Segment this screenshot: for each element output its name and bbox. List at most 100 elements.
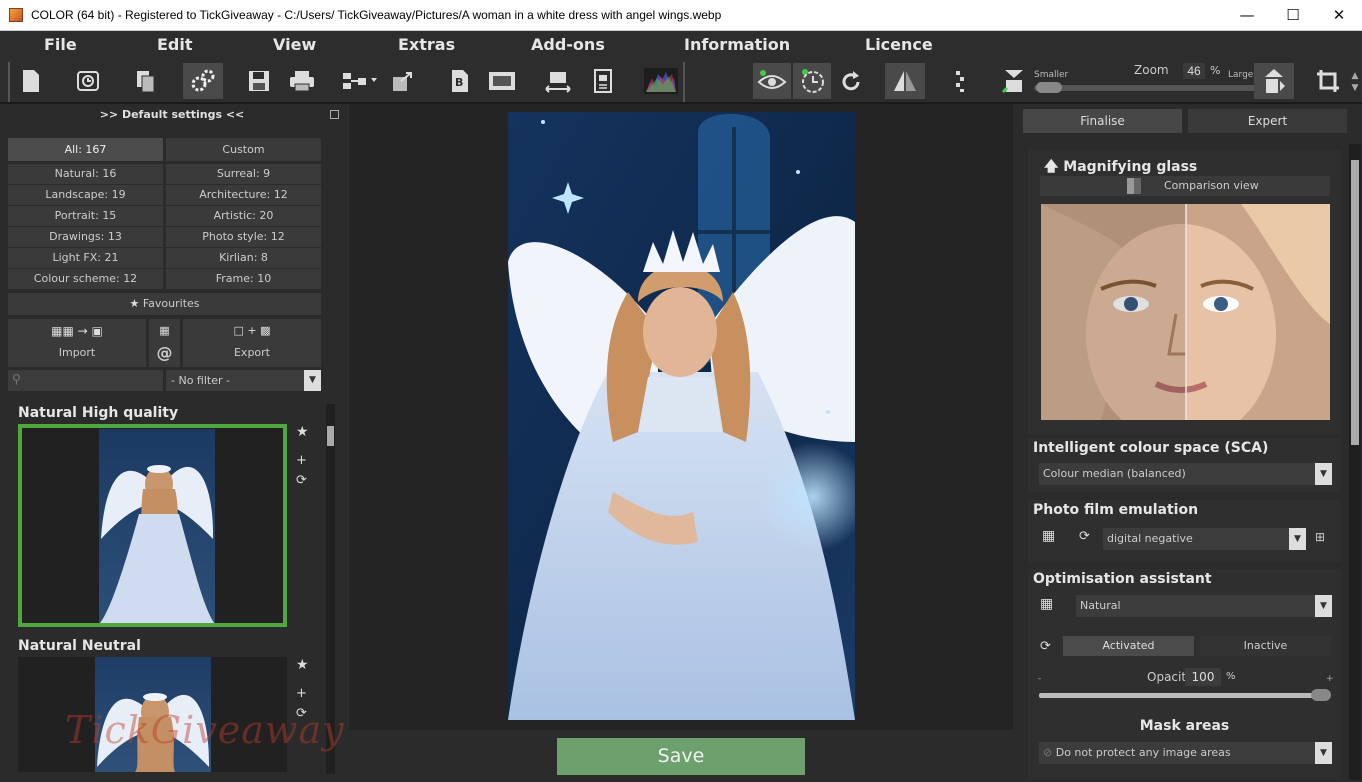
- zoom-slider-handle[interactable]: [1036, 82, 1062, 93]
- tab-expert[interactable]: Expert: [1188, 109, 1347, 133]
- magnifier-preview[interactable]: [1041, 204, 1330, 420]
- batch-dropdown-icon[interactable]: [338, 63, 380, 99]
- category-artistic[interactable]: Artistic: 20: [166, 206, 321, 226]
- chevron-down-icon[interactable]: ▼: [1315, 595, 1332, 617]
- window-title: COLOR (64 bit) - Registered to TickGivea…: [31, 8, 722, 22]
- add-preset-icon[interactable]: +: [296, 453, 307, 468]
- category-portrait[interactable]: Portrait: 15: [8, 206, 163, 226]
- rename-file-icon[interactable]: B: [442, 63, 478, 99]
- chevron-down-icon[interactable]: ▼: [1289, 528, 1306, 550]
- optim-refresh-icon[interactable]: ⟳: [1040, 639, 1051, 654]
- crop-rotate-icon[interactable]: [1310, 63, 1346, 99]
- close-button[interactable]: ✕: [1316, 0, 1362, 31]
- opacity-slider[interactable]: [1039, 693, 1329, 698]
- opacity-max-label: +: [1326, 674, 1334, 684]
- histogram-icon[interactable]: [641, 63, 681, 99]
- save-disk-icon[interactable]: [241, 63, 277, 99]
- category-colour-scheme[interactable]: Colour scheme: 12: [8, 269, 163, 289]
- tab-finalise[interactable]: Finalise: [1023, 109, 1182, 133]
- panel-header: >> Default settings <<: [99, 108, 245, 121]
- category-photo-style[interactable]: Photo style: 12: [166, 227, 321, 247]
- save-button[interactable]: Save: [557, 738, 805, 775]
- film-options-icon[interactable]: ⊞: [1315, 530, 1325, 544]
- split-view-icon[interactable]: [885, 63, 925, 99]
- menu-file[interactable]: File: [44, 35, 77, 54]
- minimize-button[interactable]: —: [1224, 0, 1270, 31]
- inactive-button[interactable]: Inactive: [1200, 636, 1331, 656]
- comparison-view-toggle[interactable]: Comparison view: [1040, 176, 1330, 196]
- rotate-icon[interactable]: [833, 63, 869, 99]
- film-select[interactable]: digital negative ▼: [1103, 528, 1306, 550]
- menu-edit[interactable]: Edit: [157, 35, 193, 54]
- menu-view[interactable]: View: [273, 35, 316, 54]
- chevron-down-icon[interactable]: ▼: [1315, 463, 1332, 485]
- category-drawings[interactable]: Drawings: 13: [8, 227, 163, 247]
- favourite-star-icon[interactable]: ★: [296, 657, 309, 673]
- menu-bar: File Edit View Extras Add-ons Informatio…: [0, 31, 1362, 58]
- zoom-smaller-label: Smaller: [1034, 70, 1069, 80]
- image-preview-area: Save: [349, 104, 1013, 782]
- filter-select[interactable]: - No filter - ▼: [166, 370, 321, 391]
- add-preset-icon[interactable]: +: [296, 686, 307, 701]
- chevron-down-icon[interactable]: ▼: [304, 370, 321, 391]
- export-button[interactable]: □ + ▩ Export: [183, 319, 321, 367]
- magnifier-section: 🡅 Magnifying glass Comparison view: [1028, 150, 1341, 435]
- filmstrip-icon[interactable]: [484, 63, 520, 99]
- category-light-fx[interactable]: Light FX: 21: [8, 248, 163, 268]
- zoom-slider[interactable]: [1034, 85, 1256, 91]
- compare-resize-icon[interactable]: [540, 63, 576, 99]
- zoom-percent-label: %: [1210, 64, 1221, 77]
- email-preset-button[interactable]: ▦ @: [149, 319, 180, 367]
- toolbar-scroll-arrows[interactable]: ▲ ▼: [1350, 70, 1360, 96]
- menu-extras[interactable]: Extras: [398, 35, 455, 54]
- optim-grid-icon[interactable]: ▦: [1040, 596, 1053, 612]
- zoom-out-fit-icon[interactable]: [996, 63, 1032, 99]
- image-info-icon[interactable]: [585, 63, 621, 99]
- menu-add-ons[interactable]: Add-ons: [531, 35, 605, 54]
- settings-gears-icon[interactable]: [183, 63, 223, 99]
- preset-search-input[interactable]: ⚲: [8, 370, 163, 391]
- film-refresh-icon[interactable]: ⟳: [1079, 529, 1090, 544]
- maximize-button[interactable]: ☐: [1270, 0, 1316, 31]
- category-surreal[interactable]: Surreal: 9: [166, 164, 321, 184]
- preset-thumbnail-selected[interactable]: [18, 424, 287, 627]
- tab-custom[interactable]: Custom: [166, 138, 321, 161]
- activated-button[interactable]: Activated: [1063, 636, 1194, 656]
- import-button[interactable]: ▦▦ → ▣ Import: [8, 319, 146, 367]
- detach-panel-icon[interactable]: [330, 110, 339, 119]
- refresh-preset-icon[interactable]: ⟳: [296, 473, 307, 488]
- zoom-in-icon[interactable]: [1254, 63, 1294, 99]
- film-grid-icon[interactable]: ▦: [1042, 528, 1055, 544]
- category-landscape[interactable]: Landscape: 19: [8, 185, 163, 205]
- category-kirlian[interactable]: Kirlian: 8: [166, 248, 321, 268]
- favourite-star-icon[interactable]: ★: [296, 424, 309, 440]
- main-image-preview[interactable]: [508, 112, 855, 720]
- copy-document-icon[interactable]: [127, 63, 163, 99]
- chevron-down-icon[interactable]: ▼: [1315, 742, 1332, 764]
- compare-dots-icon[interactable]: [940, 63, 976, 99]
- menu-licence[interactable]: Licence: [865, 35, 933, 54]
- opacity-slider-handle[interactable]: [1311, 689, 1331, 701]
- menu-information[interactable]: Information: [684, 35, 790, 54]
- scrollbar-thumb[interactable]: [327, 426, 334, 446]
- scrollbar-thumb[interactable]: [1351, 160, 1359, 445]
- zoom-value-input[interactable]: [1183, 63, 1205, 79]
- favourites-button[interactable]: ★ Favourites: [8, 293, 321, 315]
- opacity-input[interactable]: 100: [1185, 668, 1221, 686]
- toolbar-separator: [8, 62, 10, 102]
- settings-scrollbar[interactable]: [1349, 144, 1361, 780]
- tab-all[interactable]: All: 167: [8, 138, 163, 161]
- export-transfer-icon[interactable]: [385, 63, 421, 99]
- mask-select[interactable]: ⊘ Do not protect any image areas ▼: [1039, 742, 1332, 764]
- category-frame[interactable]: Frame: 10: [166, 269, 321, 289]
- watermark-text: TickGiveaway: [65, 708, 345, 752]
- realtime-preview-icon[interactable]: [793, 63, 831, 99]
- optim-select[interactable]: Natural ▼: [1076, 595, 1332, 617]
- preview-eye-icon[interactable]: [753, 63, 791, 99]
- sca-select[interactable]: Colour median (balanced) ▼: [1039, 463, 1332, 485]
- new-document-icon[interactable]: [13, 63, 49, 99]
- print-icon[interactable]: [284, 63, 320, 99]
- category-architecture[interactable]: Architecture: 12: [166, 185, 321, 205]
- category-natural[interactable]: Natural: 16: [8, 164, 163, 184]
- history-icon[interactable]: [70, 63, 106, 99]
